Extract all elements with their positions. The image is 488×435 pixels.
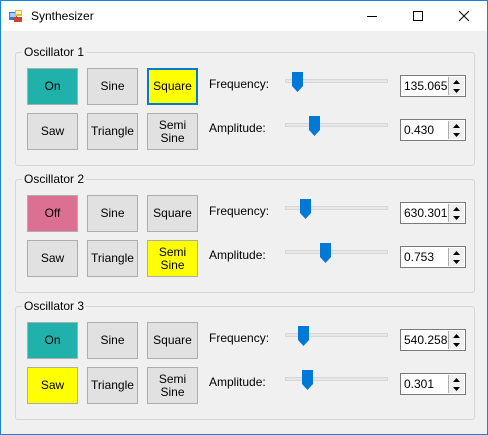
frequency-numeric-input[interactable]: 540.258 <box>400 329 466 351</box>
window-title: Synthesizer <box>31 9 94 23</box>
frequency-numeric-input[interactable]: 630.301 <box>400 202 466 224</box>
oscillator-title: Oscillator 2 <box>22 172 87 186</box>
app-icon <box>9 10 22 22</box>
amplitude-value[interactable]: 0.753 <box>404 250 434 264</box>
power-toggle-button[interactable]: Off <box>27 195 78 232</box>
waveform-square-button[interactable]: Square <box>147 195 198 232</box>
amplitude-slider-thumb[interactable] <box>320 243 332 263</box>
frequency-slider-thumb[interactable] <box>298 326 310 346</box>
spinner-buttons <box>448 77 464 95</box>
spinner-buttons <box>448 375 464 393</box>
frequency-slider-thumb[interactable] <box>300 199 312 219</box>
arrow-up-icon <box>453 206 460 211</box>
oscillator-title: Oscillator 3 <box>22 299 87 313</box>
arrow-up-icon <box>453 333 460 338</box>
close-button[interactable] <box>441 1 487 31</box>
amplitude-slider-thumb[interactable] <box>301 370 313 390</box>
arrow-up-icon <box>453 123 460 128</box>
maximize-icon <box>413 11 423 21</box>
waveform-sine-button[interactable]: Sine <box>87 195 138 232</box>
arrow-down-icon <box>453 132 460 137</box>
amplitude-slider-thumb[interactable] <box>309 116 320 136</box>
frequency-value[interactable]: 630.301 <box>404 206 447 220</box>
frequency-slider-thumb[interactable] <box>292 72 304 92</box>
waveform-semi-sine-button[interactable]: Semi Sine <box>147 240 198 277</box>
frequency-numeric-input[interactable]: 135.065 <box>400 75 466 97</box>
frequency-label: Frequency: <box>209 204 270 218</box>
waveform-triangle-button[interactable]: Triangle <box>87 113 138 150</box>
power-toggle-button[interactable]: On <box>27 68 78 105</box>
amplitude-value[interactable]: 0.301 <box>404 377 434 391</box>
arrow-up-icon <box>453 250 460 255</box>
spin-up-button[interactable] <box>449 331 464 340</box>
amplitude-slider-track[interactable] <box>285 250 388 254</box>
frequency-value[interactable]: 135.065 <box>404 79 447 93</box>
synthesizer-window: Synthesizer Oscillator 1 On Sine Square Saw T… <box>0 0 488 435</box>
amplitude-label: Amplitude: <box>209 375 266 389</box>
spinner-buttons <box>448 331 464 349</box>
oscillator-title: Oscillator 1 <box>22 45 87 59</box>
spin-up-button[interactable] <box>449 375 464 384</box>
arrow-down-icon <box>453 342 460 347</box>
arrow-down-icon <box>453 215 460 220</box>
waveform-saw-button[interactable]: Saw <box>27 113 78 150</box>
spinner-buttons <box>448 248 464 266</box>
waveform-saw-button[interactable]: Saw <box>27 367 78 404</box>
oscillator-group-1: Oscillator 1 On Sine Square Saw Triangle Semi … <box>15 45 475 166</box>
spin-up-button[interactable] <box>449 121 464 130</box>
waveform-triangle-button[interactable]: Triangle <box>87 240 138 277</box>
spin-down-button[interactable] <box>449 257 464 266</box>
frequency-value[interactable]: 540.258 <box>404 333 447 347</box>
amplitude-numeric-input[interactable]: 0.430 <box>400 119 466 141</box>
title-bar: Synthesizer <box>1 1 487 31</box>
arrow-up-icon <box>453 79 460 84</box>
waveform-triangle-button[interactable]: Triangle <box>87 367 138 404</box>
oscillator-group-2: Oscillator 2 Off Sine Square Saw Triangle Semi… <box>15 172 475 293</box>
minimize-button[interactable] <box>349 1 395 31</box>
amplitude-numeric-input[interactable]: 0.301 <box>400 373 466 395</box>
frequency-label: Frequency: <box>209 77 270 91</box>
amplitude-label: Amplitude: <box>209 121 266 135</box>
amplitude-slider-track[interactable] <box>285 377 388 381</box>
waveform-semi-sine-button[interactable]: Semi Sine <box>147 113 198 150</box>
waveform-square-button[interactable]: Square <box>147 322 198 359</box>
arrow-down-icon <box>453 386 460 391</box>
power-toggle-button[interactable]: On <box>27 322 78 359</box>
spin-down-button[interactable] <box>449 340 464 349</box>
oscillator-group-3: Oscillator 3 On Sine Square Saw Triangle Semi … <box>15 299 475 420</box>
amplitude-numeric-input[interactable]: 0.753 <box>400 246 466 268</box>
waveform-square-button[interactable]: Square <box>147 68 198 105</box>
spin-down-button[interactable] <box>449 384 464 393</box>
waveform-sine-button[interactable]: Sine <box>87 68 138 105</box>
waveform-saw-button[interactable]: Saw <box>27 240 78 277</box>
minimize-icon <box>367 16 377 17</box>
spinner-buttons <box>448 121 464 139</box>
close-icon <box>459 11 469 21</box>
maximize-button[interactable] <box>395 1 441 31</box>
spin-down-button[interactable] <box>449 213 464 222</box>
spin-down-button[interactable] <box>449 130 464 139</box>
amplitude-value[interactable]: 0.430 <box>404 123 434 137</box>
waveform-semi-sine-button[interactable]: Semi Sine <box>147 367 198 404</box>
spin-up-button[interactable] <box>449 248 464 257</box>
waveform-sine-button[interactable]: Sine <box>87 322 138 359</box>
arrow-down-icon <box>453 259 460 264</box>
spin-down-button[interactable] <box>449 86 464 95</box>
amplitude-label: Amplitude: <box>209 248 266 262</box>
spin-up-button[interactable] <box>449 204 464 213</box>
frequency-label: Frequency: <box>209 331 270 345</box>
spinner-buttons <box>448 204 464 222</box>
spin-up-button[interactable] <box>449 77 464 86</box>
arrow-down-icon <box>453 88 460 93</box>
arrow-up-icon <box>453 377 460 382</box>
amplitude-slider-track[interactable] <box>285 123 388 127</box>
